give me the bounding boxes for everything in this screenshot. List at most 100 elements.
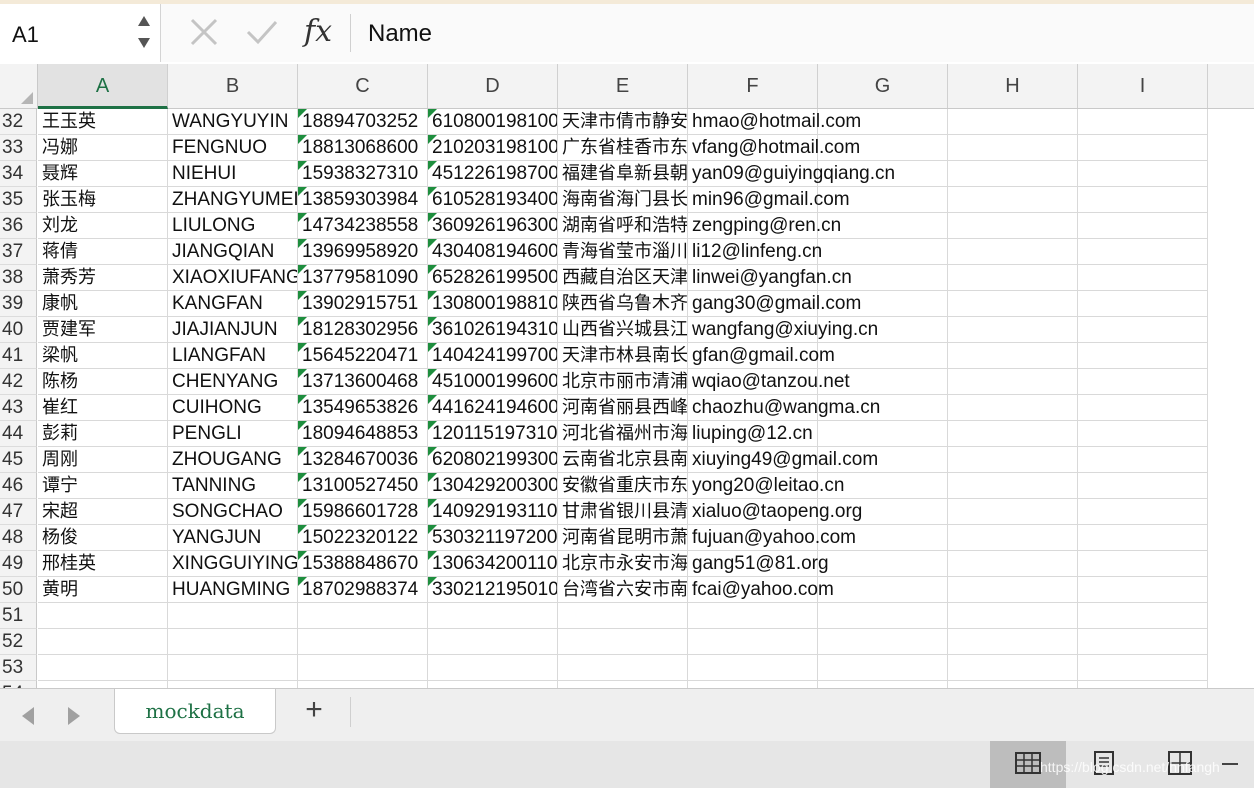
cell-a[interactable]: 陈杨 <box>38 369 168 395</box>
cell-e[interactable]: 云南省北京县南 <box>558 447 688 473</box>
row-header[interactable]: 34 <box>0 161 37 187</box>
column-header-c[interactable]: C <box>298 64 428 108</box>
row-header[interactable]: 44 <box>0 421 37 447</box>
column-header-i[interactable]: I <box>1078 64 1208 108</box>
cell-b[interactable]: TANNING <box>168 473 298 499</box>
cell-b[interactable] <box>168 629 298 655</box>
cell-e[interactable]: 台湾省六安市南 <box>558 577 688 603</box>
cell-f[interactable]: wangfang@xiuying.cn <box>688 317 878 343</box>
cell-c[interactable]: 18094648853 <box>298 421 428 447</box>
cell-b[interactable]: ZHOUGANG <box>168 447 298 473</box>
error-indicator-icon[interactable] <box>428 317 437 326</box>
row-header[interactable]: 52 <box>0 629 37 655</box>
cell-f[interactable] <box>688 655 818 681</box>
cell-a[interactable]: 梁帆 <box>38 343 168 369</box>
cell-c[interactable]: 13902915751 <box>298 291 428 317</box>
cell-a[interactable]: 张玉梅 <box>38 187 168 213</box>
cell-h[interactable] <box>948 551 1078 577</box>
chevron-up-icon[interactable] <box>138 16 150 26</box>
cell-c[interactable]: 15645220471 <box>298 343 428 369</box>
cell-e[interactable] <box>558 655 688 681</box>
error-indicator-icon[interactable] <box>428 473 437 482</box>
error-indicator-icon[interactable] <box>298 395 307 404</box>
cell-h[interactable] <box>948 135 1078 161</box>
cell-g[interactable] <box>818 421 948 447</box>
cell-b[interactable] <box>168 603 298 629</box>
cell-f[interactable] <box>688 603 818 629</box>
cell-g[interactable] <box>818 655 948 681</box>
row-header[interactable]: 38 <box>0 265 37 291</box>
row-header[interactable]: 48 <box>0 525 37 551</box>
row-header[interactable]: 50 <box>0 577 37 603</box>
row-header[interactable]: 45 <box>0 447 37 473</box>
cell-e[interactable]: 天津市林县南长 <box>558 343 688 369</box>
cell-f[interactable]: zengping@ren.cn <box>688 213 841 239</box>
row-header[interactable]: 53 <box>0 655 37 681</box>
chevron-left-icon[interactable] <box>22 707 34 725</box>
cell-d[interactable] <box>428 681 558 688</box>
cell-c[interactable]: 13969958920 <box>298 239 428 265</box>
cell-f[interactable]: yan09@guiyingqiang.cn <box>688 161 895 187</box>
column-header-d[interactable]: D <box>428 64 558 108</box>
cell-d[interactable]: 451000199600 <box>428 369 558 395</box>
error-indicator-icon[interactable] <box>428 395 437 404</box>
cell-h[interactable] <box>948 161 1078 187</box>
error-indicator-icon[interactable] <box>428 577 437 586</box>
cell-c[interactable]: 15388848670 <box>298 551 428 577</box>
cell-d[interactable] <box>428 629 558 655</box>
cell-h[interactable] <box>948 265 1078 291</box>
cell-c[interactable]: 18702988374 <box>298 577 428 603</box>
cell-d[interactable]: 610800198100 <box>428 109 558 135</box>
cell-a[interactable] <box>38 655 168 681</box>
cell-d[interactable] <box>428 655 558 681</box>
cell-h[interactable] <box>948 369 1078 395</box>
error-indicator-icon[interactable] <box>428 213 437 222</box>
cell-c[interactable] <box>298 603 428 629</box>
cell-b[interactable]: HUANGMING <box>168 577 298 603</box>
cell-i[interactable] <box>1078 421 1208 447</box>
error-indicator-icon[interactable] <box>298 135 307 144</box>
error-indicator-icon[interactable] <box>298 291 307 300</box>
row-header[interactable]: 41 <box>0 343 37 369</box>
cell-i[interactable] <box>1078 655 1208 681</box>
row-header[interactable]: 37 <box>0 239 37 265</box>
cell-e[interactable] <box>558 629 688 655</box>
cell-e[interactable]: 广东省桂香市东 <box>558 135 688 161</box>
cell-d[interactable]: 610528193400 <box>428 187 558 213</box>
cell-a[interactable]: 聂辉 <box>38 161 168 187</box>
error-indicator-icon[interactable] <box>428 291 437 300</box>
cell-b[interactable]: KANGFAN <box>168 291 298 317</box>
cell-i[interactable] <box>1078 681 1208 688</box>
cell-h[interactable] <box>948 239 1078 265</box>
cell-f[interactable]: hmao@hotmail.com <box>688 109 861 135</box>
x-icon[interactable] <box>184 12 224 52</box>
cell-g[interactable] <box>818 551 948 577</box>
error-indicator-icon[interactable] <box>298 161 307 170</box>
cell-d[interactable]: 140424199700 <box>428 343 558 369</box>
cell-f[interactable]: gfan@gmail.com <box>688 343 835 369</box>
cell-h[interactable] <box>948 421 1078 447</box>
row-header[interactable]: 33 <box>0 135 37 161</box>
cell-d[interactable]: 360926196300 <box>428 213 558 239</box>
cell-d[interactable]: 530321197200 <box>428 525 558 551</box>
cell-f[interactable]: liuping@12.cn <box>688 421 818 447</box>
error-indicator-icon[interactable] <box>298 525 307 534</box>
cell-i[interactable] <box>1078 577 1208 603</box>
cell-e[interactable]: 河北省福州市海 <box>558 421 688 447</box>
cell-e[interactable]: 北京市丽市清浦 <box>558 369 688 395</box>
cell-f[interactable] <box>688 629 818 655</box>
error-indicator-icon[interactable] <box>428 447 437 456</box>
cell-i[interactable] <box>1078 135 1208 161</box>
cell-i[interactable] <box>1078 369 1208 395</box>
cell-d[interactable]: 130800198810 <box>428 291 558 317</box>
row-header[interactable]: 54 <box>0 681 37 688</box>
chevron-right-icon[interactable] <box>68 707 80 725</box>
cell-c[interactable]: 13779581090 <box>298 265 428 291</box>
cell-i[interactable] <box>1078 317 1208 343</box>
cell-b[interactable]: PENGLI <box>168 421 298 447</box>
cell-f[interactable]: xiuying49@gmail.com <box>688 447 878 473</box>
cell-c[interactable]: 13100527450 <box>298 473 428 499</box>
error-indicator-icon[interactable] <box>298 499 307 508</box>
cell-i[interactable] <box>1078 395 1208 421</box>
cell-a[interactable]: 康帆 <box>38 291 168 317</box>
